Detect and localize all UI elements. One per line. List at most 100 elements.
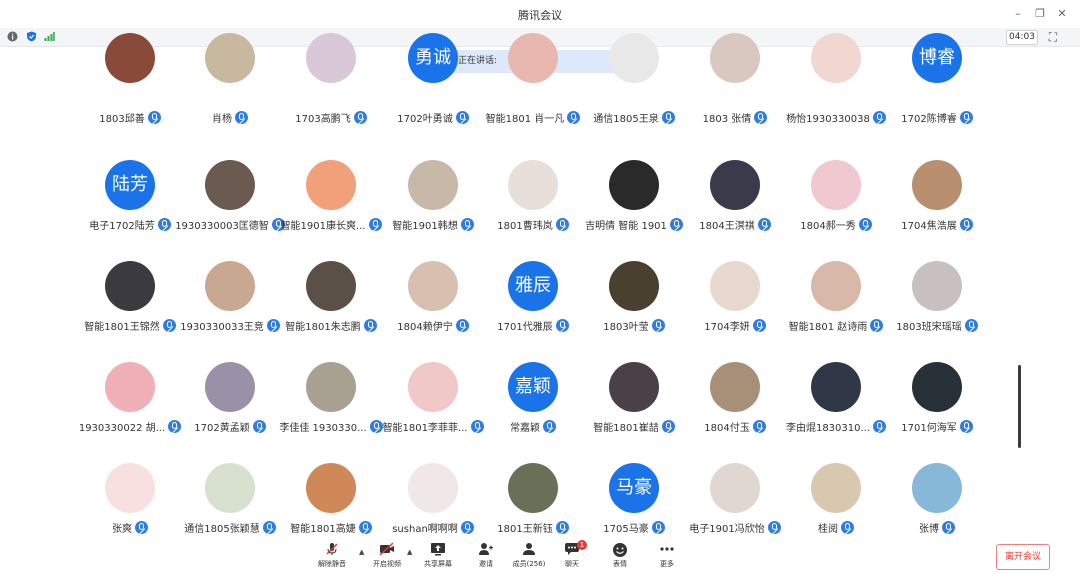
participant-tile[interactable]: 智能1801李菲菲... <box>383 362 484 434</box>
leave-meeting-button[interactable]: 离开会议 <box>996 544 1050 570</box>
participant-tile[interactable]: 肖杨 <box>180 33 280 128</box>
participant-tile[interactable]: 博睿 1702陈博睿 <box>887 33 987 128</box>
participant-name: 1803班宋瑶瑶 <box>896 322 962 333</box>
participant-tile[interactable]: 智能1901康长爽... <box>281 160 382 232</box>
participant-tile[interactable]: 智能1901韩想 <box>383 160 483 232</box>
mic-icon <box>135 521 148 534</box>
participant-tile[interactable]: 1801王新钰 <box>483 463 583 535</box>
mic-icon <box>555 319 569 332</box>
participant-tile[interactable]: 杨怡1930330038 <box>786 33 886 128</box>
participant-name: 1801曹玮岚 <box>497 221 553 232</box>
participant-name: 通信1805王泉 <box>593 114 659 125</box>
participant-name: 1804郝一秀 <box>800 221 856 232</box>
members-button[interactable]: 成员(256) <box>507 542 551 574</box>
participant-tile[interactable]: 张爽 <box>80 463 180 535</box>
participant-name: 电子1702陆芳 <box>89 221 155 232</box>
participant-name: 杨怡1930330038 <box>786 114 870 125</box>
participant-tile[interactable]: 吉明倩 智能 1901 <box>584 160 684 232</box>
participant-tile[interactable]: 1703高鹏飞 <box>281 33 381 128</box>
participant-avatar: 嘉颖 <box>508 362 558 412</box>
chat-label: 聊天 <box>565 560 579 568</box>
participant-avatar <box>205 160 255 210</box>
participant-tile[interactable]: 1801曹玮岚 <box>483 160 583 232</box>
participant-tile[interactable]: 马豪 1705马豪 <box>584 463 684 535</box>
participant-tile[interactable]: 1930330003匡德智 <box>175 160 285 232</box>
participant-avatar <box>408 463 458 513</box>
participant-tile[interactable]: 1701何海军 <box>887 362 987 434</box>
participant-tile[interactable]: 1930330022 胡... <box>79 362 182 434</box>
more-button[interactable]: 更多 <box>645 542 689 574</box>
emoji-button[interactable]: 表情 <box>598 542 642 574</box>
participant-tile[interactable]: 通信1805张颖慧 <box>180 463 280 535</box>
participant-tile[interactable]: 智能1801王锦然 <box>80 261 180 333</box>
participant-avatar <box>912 160 962 210</box>
participant-tile[interactable]: 智能1801崔喆 <box>584 362 684 434</box>
participant-tile[interactable]: 1803叶莹 <box>584 261 684 333</box>
participant-tile[interactable]: 李佳佳 1930330... <box>279 362 383 434</box>
participant-tile[interactable]: 勇诚 1702叶勇诚 <box>383 33 483 128</box>
participant-avatar <box>105 463 155 513</box>
participant-tile[interactable]: 1804郝一秀 <box>786 160 886 232</box>
participant-tile[interactable]: 智能1801 肖一凡 <box>483 33 583 128</box>
participant-tile[interactable]: 智能1801高婕 <box>281 463 381 535</box>
participant-tile[interactable]: 通信1805王泉 <box>584 33 684 128</box>
participant-name: 1803邱善 <box>99 114 145 125</box>
participant-tile[interactable]: 1702黄孟颖 <box>180 362 280 434</box>
unmute-button[interactable]: 解除静音 <box>310 542 354 574</box>
participant-name: 1803 张倩 <box>702 114 752 125</box>
participant-name: 智能1801朱志鹏 <box>285 322 361 333</box>
participant-tile[interactable]: 智能1801 赵诗雨 <box>786 261 886 333</box>
mic-icon <box>752 420 766 433</box>
participant-tile[interactable]: 1704焦浩展 <box>887 160 987 232</box>
participant-tile[interactable]: 1804赖伊宁 <box>383 261 483 333</box>
participant-tile[interactable]: 1930330033王竞 <box>180 261 280 333</box>
mic-icon <box>358 521 372 534</box>
participant-name: 1701代雅辰 <box>497 322 553 333</box>
invite-user-icon <box>478 542 494 556</box>
participant-avatar <box>609 261 659 311</box>
participant-tile[interactable]: 智能1801朱志鹏 <box>281 261 381 333</box>
participant-tile[interactable]: 嘉颖 常嘉颖 <box>483 362 583 434</box>
participant-tile[interactable]: 张博 <box>887 463 987 535</box>
participant-tile[interactable]: 李由焜1830310... <box>786 362 887 434</box>
participant-avatar <box>306 463 356 513</box>
chat-button[interactable]: 1 聊天 <box>550 540 594 574</box>
participant-avatar <box>609 33 659 83</box>
participant-tile[interactable]: 1804付玉 <box>685 362 785 434</box>
participant-tile[interactable]: 1804王溟祺 <box>685 160 785 232</box>
mic-icon <box>252 420 266 433</box>
mic-icon <box>555 521 569 534</box>
participant-tile[interactable]: 1704李妍 <box>685 261 785 333</box>
video-options-caret[interactable]: ▲ <box>407 548 412 556</box>
participant-tile[interactable]: 雅辰 1701代雅辰 <box>483 261 583 333</box>
invite-button[interactable]: 邀请 <box>464 542 508 574</box>
participant-avatar <box>811 261 861 311</box>
participant-tile[interactable]: 桂阅 <box>786 463 886 535</box>
participant-avatar: 雅辰 <box>508 261 558 311</box>
participant-grid: 1803邱善 肖杨 1703高鹏飞 勇诚 1702叶勇诚 智能1801 肖一凡 通信1805… <box>0 0 1080 574</box>
participant-avatar <box>306 261 356 311</box>
start-video-button[interactable]: 开启视频 <box>365 542 409 574</box>
mic-icon <box>651 521 665 534</box>
participant-name: 智能1801王锦然 <box>84 322 160 333</box>
mic-icon <box>942 521 955 534</box>
mic-icon <box>754 111 768 124</box>
mic-icon <box>959 111 973 124</box>
participant-tile[interactable]: 电子1901冯欣怡 <box>685 463 785 535</box>
participant-name: 1701何海军 <box>901 423 957 434</box>
participant-tile[interactable]: 1803班宋瑶瑶 <box>887 261 987 333</box>
members-label: 成员(256) <box>512 560 546 568</box>
participant-tile[interactable]: sushan啊啊啊 <box>383 463 483 535</box>
participant-avatar <box>912 362 962 412</box>
participant-name: 桂阅 <box>818 524 838 535</box>
mic-options-caret[interactable]: ▲ <box>359 548 364 556</box>
mic-icon <box>959 218 973 231</box>
grid-scrollbar[interactable] <box>1018 365 1021 448</box>
participant-avatar <box>710 33 760 83</box>
mic-icon <box>964 319 978 332</box>
share-screen-button[interactable]: 共享屏幕 <box>416 542 460 574</box>
participant-tile[interactable]: 陆芳 电子1702陆芳 <box>80 160 180 232</box>
participant-avatar <box>105 261 155 311</box>
participant-tile[interactable]: 1803邱善 <box>80 33 180 128</box>
participant-tile[interactable]: 1803 张倩 <box>685 33 785 128</box>
